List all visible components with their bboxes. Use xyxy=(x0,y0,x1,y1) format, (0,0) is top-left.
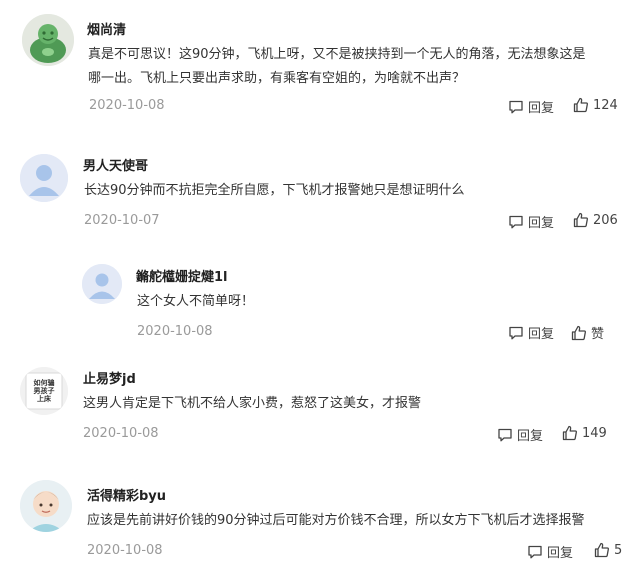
like-button[interactable]: 赞 xyxy=(571,323,604,342)
comment-item: 烟尚清 真是不可思议！这90分钟，飞机上呀，又不是被挟持到一个无人的角落，无法想… xyxy=(0,0,644,125)
comment-item: 如何骗 男孩子 上床 止易梦jd 这男人肯定是下飞机不给人家小费，惹怒了这美女，… xyxy=(0,355,644,455)
comment-date: 2020-10-08 xyxy=(87,543,163,558)
reply-label: 回复 xyxy=(528,101,555,116)
like-count: 206 xyxy=(593,212,618,228)
comment-text-line: 真是不可思议！这90分钟，飞机上呀，又不是被挟持到一个无人的角落，无法想象这是 xyxy=(88,47,586,62)
comment-icon xyxy=(509,100,523,113)
reply-button[interactable]: 回复 xyxy=(508,97,554,116)
like-count: 149 xyxy=(582,425,607,441)
comment-username[interactable]: 男人天使哥 xyxy=(83,155,148,174)
comment-icon xyxy=(498,428,512,441)
default-user-avatar[interactable] xyxy=(20,154,68,202)
reply-button[interactable]: 回复 xyxy=(497,425,543,444)
like-button[interactable]: 124 xyxy=(573,97,618,113)
thumbs-up-icon xyxy=(562,425,577,441)
comment-text-line: 长达90分钟而不抗拒完全所自愿，下飞机才报警她只是想证明什么 xyxy=(84,183,465,198)
reply-button[interactable]: 回复 xyxy=(508,212,554,231)
comment-text-line: 这个女人不简单呀！ xyxy=(137,294,255,309)
jade-buddha-avatar[interactable] xyxy=(22,14,74,66)
thumbs-up-icon xyxy=(594,542,609,558)
reply-label: 回复 xyxy=(528,216,555,231)
reply-button[interactable]: 回复 xyxy=(527,542,573,561)
comment-date: 2020-10-08 xyxy=(83,426,159,441)
like-label: 赞 xyxy=(591,327,605,342)
thumbs-up-icon xyxy=(573,97,588,113)
comment-item: 男人天使哥 长达90分钟而不抗拒完全所自愿，下飞机才报警她只是想证明什么 202… xyxy=(0,140,644,240)
like-button[interactable]: 149 xyxy=(562,425,607,441)
thumbs-up-icon xyxy=(571,325,586,340)
reply-button[interactable]: 回复 xyxy=(508,323,554,342)
comment-item: 活得精彩byu 应该是先前讲好价钱的90分钟过后可能对方价钱不合理，所以女方下飞… xyxy=(0,470,644,580)
like-count: 124 xyxy=(593,97,618,113)
comment-text-line: 应该是先前讲好价钱的90分钟过后可能对方价钱不合理，所以女方下飞机后才选择报警 xyxy=(87,513,585,528)
reply-label: 回复 xyxy=(547,546,574,561)
text-sticker-avatar[interactable]: 如何骗 男孩子 上床 xyxy=(20,367,68,415)
comment-date: 2020-10-07 xyxy=(84,213,160,228)
comment-reply-item: 鏅舵櫙姗掟煡1l 这个女人不简单呀！ 2020-10-08 回复 赞 xyxy=(0,250,644,350)
comment-text-line: 哪一出。飞机上只要出声求助，有乘客有空姐的，为啥就不出声？ xyxy=(88,71,466,86)
comment-icon xyxy=(509,215,523,228)
like-button[interactable]: 206 xyxy=(573,212,618,228)
comment-date: 2020-10-08 xyxy=(137,324,213,339)
comment-date: 2020-10-08 xyxy=(89,98,165,113)
comment-text-line: 这男人肯定是下飞机不给人家小费，惹怒了这美女，才报警 xyxy=(83,396,422,411)
avatar-sticker-text: 如何骗 男孩子 上床 xyxy=(33,379,55,403)
reply-label: 回复 xyxy=(517,429,544,444)
comment-icon xyxy=(509,326,523,339)
default-user-avatar[interactable] xyxy=(82,264,122,304)
comment-username[interactable]: 烟尚清 xyxy=(87,19,126,38)
thumbs-up-icon xyxy=(573,212,588,228)
like-button[interactable]: 5 xyxy=(594,542,622,558)
reply-label: 回复 xyxy=(528,327,555,342)
like-count: 5 xyxy=(614,542,623,558)
baby-photo-avatar[interactable] xyxy=(20,480,72,532)
comment-icon xyxy=(528,545,542,558)
comment-username[interactable]: 活得精彩byu xyxy=(87,485,166,504)
comment-username[interactable]: 止易梦jd xyxy=(83,368,136,387)
comment-username[interactable]: 鏅舵櫙姗掟煡1l xyxy=(136,266,228,285)
